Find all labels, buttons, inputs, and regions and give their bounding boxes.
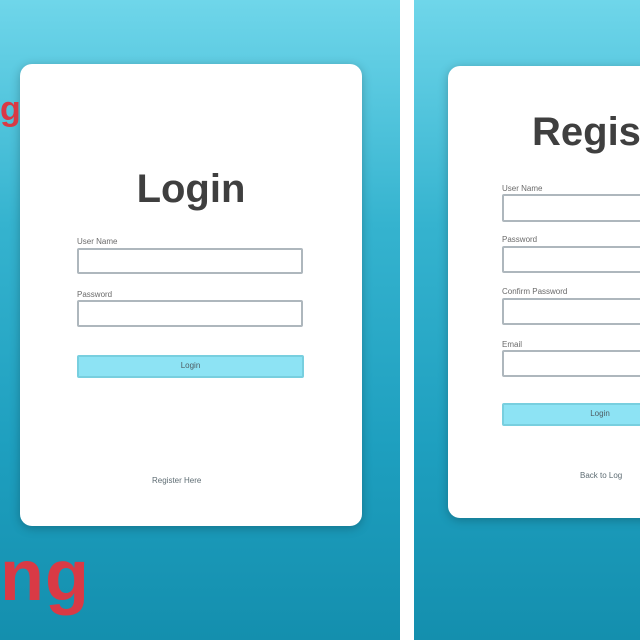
register-email-label: Email: [502, 340, 523, 349]
register-username-label: User Name: [502, 184, 543, 193]
register-card: Regis User Name Password Confirm Passwor…: [448, 66, 640, 518]
overlay-top-text: g: [0, 90, 22, 128]
register-email-input[interactable]: [502, 350, 640, 377]
register-here-link[interactable]: Register Here: [152, 476, 201, 485]
register-confirm-password-label: Confirm Password: [502, 287, 568, 296]
panel-divider-right: [406, 0, 414, 640]
register-password-input[interactable]: [502, 246, 640, 273]
login-password-label: Password: [77, 290, 113, 299]
register-submit-button[interactable]: Login: [502, 403, 640, 426]
overlay-bottom-text: ng: [0, 536, 90, 616]
login-username-label: User Name: [77, 237, 118, 246]
login-username-input[interactable]: [77, 248, 303, 274]
login-card: Login User Name Password Login Register …: [20, 64, 362, 526]
register-title: Regis: [532, 110, 640, 154]
left-panel-background: Login User Name Password Login Register …: [0, 0, 400, 640]
login-submit-button[interactable]: Login: [77, 355, 304, 378]
back-to-login-link[interactable]: Back to Log: [580, 471, 622, 480]
register-password-label: Password: [502, 235, 538, 244]
login-password-input[interactable]: [77, 300, 303, 327]
register-confirm-password-input[interactable]: [502, 298, 640, 325]
register-username-input[interactable]: [502, 194, 640, 222]
screenshot-canvas: Login User Name Password Login Register …: [0, 0, 640, 640]
right-panel-background: Regis User Name Password Confirm Passwor…: [414, 0, 640, 640]
login-title: Login: [136, 167, 246, 211]
